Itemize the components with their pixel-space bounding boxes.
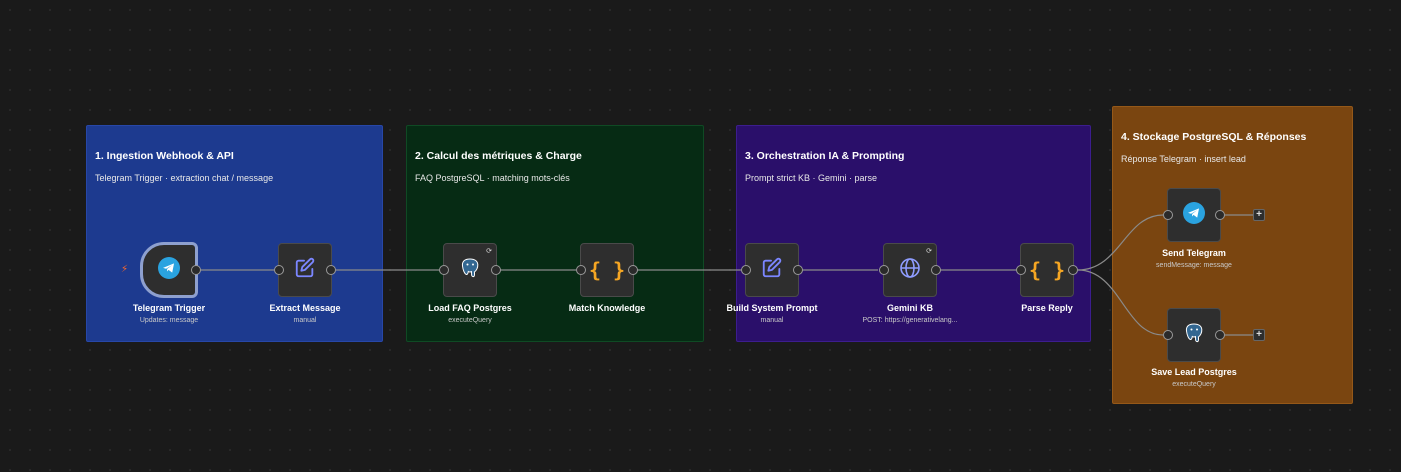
input-port[interactable] [439,265,449,275]
postgres-icon [458,256,482,285]
group-subtitle: FAQ PostgreSQL · matching mots-clés [415,173,570,183]
input-port[interactable] [274,265,284,275]
node-label: Load FAQ Postgres [428,303,512,313]
node-label: Build System Prompt [726,303,818,313]
output-port[interactable] [1068,265,1078,275]
node-label: Send Telegram [1162,248,1226,258]
add-node-button[interactable]: + [1253,209,1265,221]
trigger-bolt-icon: ⚡ [121,264,129,275]
code-braces-icon: { } [1028,258,1066,282]
node-label: Parse Reply [1021,303,1073,313]
group-title: 4. Stockage PostgreSQL & Réponses [1121,131,1307,143]
node-gemini-kb[interactable]: ⟳ [879,243,941,297]
node-save-lead-postgres[interactable] [1163,308,1225,362]
globe-icon [898,256,922,285]
input-port[interactable] [741,265,751,275]
node-send-telegram[interactable] [1163,188,1225,242]
node-subtitle: executeQuery [1172,381,1216,388]
node-subtitle: manual [293,317,317,324]
code-braces-icon: { } [588,258,626,282]
node-label: Gemini KB [886,303,933,313]
node-subtitle: manual [760,317,784,324]
edit-icon [294,257,316,284]
node-label: Extract Message [269,303,341,313]
postgres-icon [1182,321,1206,350]
group-title: 1. Ingestion Webhook & API [95,150,234,162]
refresh-icon: ⟳ [926,248,932,255]
output-port[interactable] [1215,210,1225,220]
node-match-knowledge[interactable]: { } [576,243,638,297]
group-subtitle: Telegram Trigger · extraction chat / mes… [95,173,274,183]
output-port[interactable] [628,265,638,275]
add-node-button[interactable]: + [1253,329,1265,341]
node-telegram-trigger[interactable] [140,242,201,298]
group-title: 3. Orchestration IA & Prompting [745,150,905,162]
telegram-icon [1183,201,1205,229]
input-port[interactable] [879,265,889,275]
node-parse-reply[interactable]: { } [1016,243,1078,297]
output-port[interactable] [1215,330,1225,340]
output-port[interactable] [191,265,201,275]
group-title: 2. Calcul des métriques & Charge [415,150,582,162]
node-extract-message[interactable] [274,243,336,297]
input-port[interactable] [1016,265,1026,275]
output-port[interactable] [793,265,803,275]
node-subtitle: sendMessage: message [1156,262,1232,269]
telegram-icon [158,256,180,284]
edit-icon [761,257,783,284]
output-port[interactable] [491,265,501,275]
node-load-faq-postgres[interactable]: ⟳ [439,243,501,297]
node-label: Save Lead Postgres [1151,367,1237,377]
output-port[interactable] [326,265,336,275]
group-subtitle: Réponse Telegram · insert lead [1121,154,1246,164]
group-subtitle: Prompt strict KB · Gemini · parse [745,173,878,183]
input-port[interactable] [1163,330,1173,340]
node-subtitle: POST: https://generativelang... [862,317,958,324]
input-port[interactable] [576,265,586,275]
output-port[interactable] [931,265,941,275]
input-port[interactable] [1163,210,1173,220]
node-label: Match Knowledge [568,303,646,313]
node-build-system-prompt[interactable] [741,243,803,297]
refresh-icon: ⟳ [486,248,492,255]
node-subtitle: executeQuery [448,317,492,324]
